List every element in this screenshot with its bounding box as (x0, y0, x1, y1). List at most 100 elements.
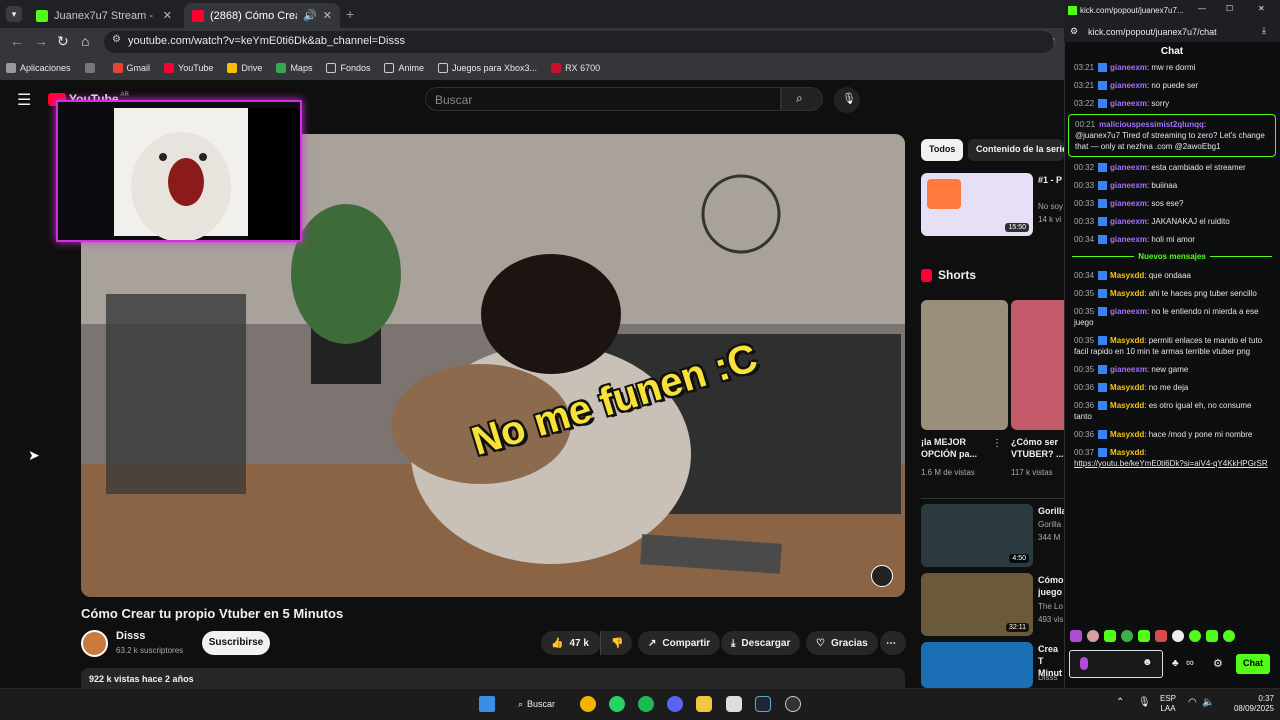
spotify-icon[interactable] (638, 696, 654, 712)
menu-icon[interactable]: ☰ (17, 90, 31, 110)
language-indicator[interactable]: ESP LAA (1160, 694, 1176, 714)
bookmark-drive[interactable]: Drive (227, 63, 262, 73)
bookmark-apps[interactable]: Aplicaciones (6, 63, 71, 73)
message-username[interactable]: gianeexm (1110, 163, 1147, 172)
bookmark-anime[interactable]: Anime (384, 63, 424, 73)
windows-start-icon[interactable] (479, 696, 495, 712)
message-link[interactable]: https://youtu.be/keYmE0ti6Dk?si=aiV4-qY4… (1074, 459, 1268, 468)
related-title[interactable]: #1 - P vtube (1038, 174, 1064, 186)
chrome-icon[interactable] (580, 696, 596, 712)
chat-send-button[interactable]: Chat (1236, 654, 1270, 674)
channel-avatar[interactable] (81, 630, 108, 657)
message-username[interactable]: gianeexm (1110, 99, 1147, 108)
message-username[interactable]: Masyxdd (1110, 271, 1144, 280)
search-input[interactable]: Buscar (425, 87, 781, 111)
bookmark-gmail[interactable]: Gmail (112, 63, 150, 73)
chat-address-bar[interactable]: ⚙ kick.com/popout/juanex7u7/chat ⤓ (1064, 22, 1280, 42)
tab-kick-dashboard[interactable]: Juanex7u7 Stream - Kick Dashb ✕ (28, 3, 180, 28)
share-button[interactable]: ↗ Compartir (638, 631, 721, 655)
message-username[interactable]: gianeexm (1110, 63, 1147, 72)
steam-icon[interactable] (755, 696, 771, 712)
bookmark-youtube[interactable]: YouTube (164, 63, 213, 73)
message-username[interactable]: Masyxdd (1110, 336, 1144, 345)
store-icon[interactable] (726, 696, 742, 712)
emote-icon[interactable] (1070, 630, 1082, 642)
search-button[interactable]: ⌕ (781, 87, 823, 111)
chat-input[interactable]: ☻ (1069, 650, 1163, 678)
address-bar[interactable]: ⚙ youtube.com/watch?v=keYmE0ti6Dk&ab_cha… (104, 31, 1054, 53)
message-username[interactable]: maliciouspessimist2qlunqq (1099, 120, 1204, 129)
discord-icon[interactable] (667, 696, 683, 712)
bookmark-fondos[interactable]: Fondos (326, 63, 370, 73)
whatsapp-icon[interactable] (609, 696, 625, 712)
short-title[interactable]: ¿Cómo ser VTUBER? ... (1011, 436, 1064, 460)
emote-icon[interactable] (1172, 630, 1184, 642)
message-username[interactable]: Masyxdd (1110, 448, 1144, 457)
taskbar-search[interactable]: ⌕ Buscar (510, 695, 564, 713)
channel-name[interactable]: Disss (116, 630, 145, 642)
close-tab-icon[interactable]: ✕ (323, 9, 332, 22)
short-thumbnail[interactable] (1011, 300, 1064, 430)
settings-icon[interactable]: ⚙ (1213, 657, 1223, 670)
message-username[interactable]: gianeexm (1110, 81, 1147, 90)
message-username[interactable]: gianeexm (1110, 365, 1147, 374)
message-username[interactable]: gianeexm (1110, 199, 1147, 208)
message-username[interactable]: gianeexm (1110, 217, 1147, 226)
message-username[interactable]: Masyxdd (1110, 383, 1144, 392)
home-icon[interactable]: ⌂ (81, 33, 89, 49)
emote-icon[interactable] (1087, 630, 1099, 642)
video-thumbnail[interactable]: 4:50 (921, 504, 1033, 567)
back-icon[interactable]: ← (10, 33, 24, 49)
bookmark-maps[interactable]: Maps (276, 63, 312, 73)
emote-icon[interactable] (1104, 630, 1116, 642)
video-title-small[interactable]: Cómo juego (1038, 574, 1064, 598)
new-tab-button[interactable]: + (346, 6, 354, 22)
chip-all[interactable]: Todos (921, 139, 964, 161)
close-icon[interactable]: ✕ (1258, 4, 1265, 13)
infinity-icon[interactable]: ∞ (1186, 657, 1194, 669)
obs-icon[interactable] (785, 696, 801, 712)
site-info-icon[interactable]: ⚙ (112, 34, 121, 45)
microphone-tray-icon[interactable]: 🎙 (1138, 697, 1151, 708)
emote-icon[interactable] (1138, 630, 1150, 642)
volume-icon[interactable]: 🔈 (1202, 697, 1214, 708)
video-title-small[interactable]: Gorilla (1038, 505, 1064, 517)
download-icon[interactable]: ⤓ (1262, 25, 1266, 36)
thanks-button[interactable]: ♡ Gracias (806, 631, 878, 655)
emote-icon[interactable] (1206, 630, 1218, 642)
site-info-icon[interactable]: ⚙ (1070, 26, 1078, 37)
message-username[interactable]: Masyxdd (1110, 401, 1144, 410)
more-actions-button[interactable]: ⋯ (880, 631, 906, 655)
short-title[interactable]: ¡la MEJOR OPCIÓN pa... (921, 436, 991, 460)
tab-list-icon[interactable]: ▾ (6, 6, 22, 22)
download-button[interactable]: ⤓ Descargar (721, 631, 801, 655)
emoji-icon[interactable]: ☻ (1142, 657, 1153, 668)
maximize-icon[interactable]: ☐ (1226, 4, 1233, 13)
chip-series[interactable]: Contenido de la serie (968, 139, 1064, 161)
close-tab-icon[interactable]: ✕ (163, 9, 172, 22)
video-thumbnail[interactable]: 32:11 (921, 573, 1033, 636)
message-username[interactable]: Masyxdd (1110, 289, 1144, 298)
wifi-icon[interactable]: ◠ (1188, 697, 1197, 708)
message-username[interactable]: gianeexm (1110, 235, 1147, 244)
subscribe-button[interactable]: Suscribirse (202, 631, 270, 655)
message-username[interactable]: gianeexm (1110, 181, 1147, 190)
like-button[interactable]: 👍 47 k (541, 631, 601, 655)
video-thumbnail[interactable] (921, 642, 1033, 688)
dislike-button[interactable]: 👎 (600, 631, 632, 655)
related-thumbnail[interactable]: 15:50 (921, 173, 1033, 236)
minimize-icon[interactable]: — (1198, 4, 1206, 13)
reload-icon[interactable]: ↻ (57, 33, 69, 50)
emote-icon[interactable] (1155, 630, 1167, 642)
tab-youtube[interactable]: (2868) Cómo Crear tu propi 🔊 ✕ (184, 3, 340, 28)
more-vert-icon[interactable]: ⋮ (992, 438, 1002, 449)
emote-icon[interactable] (1189, 630, 1201, 642)
chat-message-list[interactable]: 03:21 gianeexm: mw re dormi 03:21 gianeexm:… (1068, 60, 1276, 620)
file-explorer-icon[interactable] (696, 696, 712, 712)
speaker-icon[interactable]: 🔊 (303, 9, 317, 22)
bookmark-juegos[interactable]: Juegos para Xbox3... (438, 63, 537, 73)
message-username[interactable]: Masyxdd (1110, 430, 1144, 439)
bookmark-grid[interactable] (84, 63, 99, 73)
channel-watermark-icon[interactable] (871, 565, 893, 587)
short-thumbnail[interactable] (921, 300, 1008, 430)
